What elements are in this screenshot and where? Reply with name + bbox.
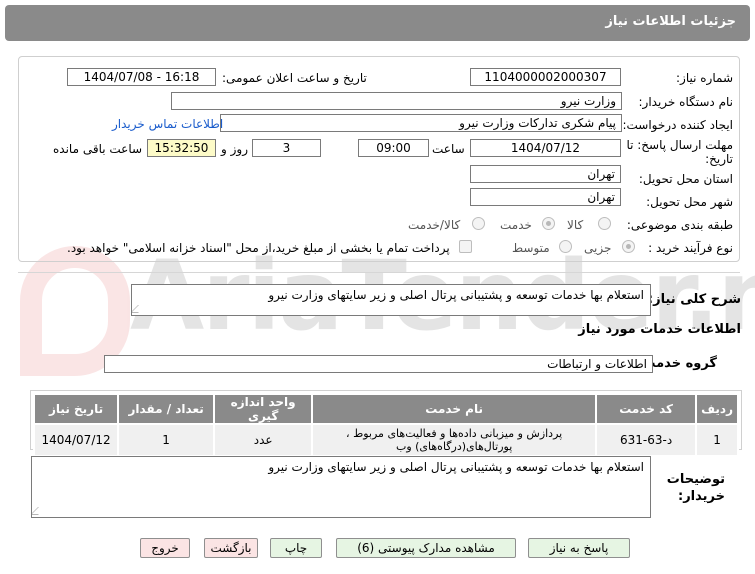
summary-textarea[interactable]: استعلام بها خدمات توسعه و پشتیبانی پرتال… — [131, 284, 651, 316]
deadline-time-label: ساعت — [432, 142, 465, 156]
col-header-date: تاریخ نیاز — [32, 393, 120, 425]
province-label: استان محل تحویل: — [638, 172, 733, 186]
resize-handle-icon[interactable] — [132, 305, 146, 313]
deadline-label: مهلت ارسال پاسخ: تا — [626, 138, 733, 152]
exit-button[interactable]: خروج — [140, 538, 190, 558]
category-radio-service[interactable] — [542, 217, 555, 230]
cell-row: 1 — [695, 423, 739, 457]
table-row: 1 د-63-631 پردازش و میزبانی داده‌ها و فع… — [32, 423, 739, 457]
remaining-time-field: 15:32:50 — [147, 139, 216, 157]
deadline-time-field: 09:00 — [358, 139, 429, 157]
category-option-service: خدمت — [500, 218, 532, 232]
city-label: شهر محل تحویل: — [646, 195, 733, 209]
summary-text: استعلام بها خدمات توسعه و پشتیبانی پرتال… — [268, 288, 644, 302]
col-header-code: کد خدمت — [595, 393, 698, 425]
cell-name: پردازش و میزبانی داده‌ها و فعالیت‌های مر… — [311, 423, 598, 457]
creator-label: ایجاد کننده درخواست: — [622, 118, 733, 132]
deadline-date-field: 1404/07/12 — [470, 139, 621, 157]
service-group-field: اطلاعات و ارتباطات — [104, 355, 653, 373]
deadline-label-date: تاریخ: — [705, 152, 733, 166]
print-button[interactable]: چاپ — [270, 538, 322, 558]
cell-qty: 1 — [117, 423, 216, 457]
attachments-button[interactable]: مشاهده مدارک پیوستی (6) — [336, 538, 516, 558]
cell-date: 1404/07/12 — [32, 423, 120, 457]
province-field: تهران — [470, 165, 621, 183]
col-header-unit: واحد اندازه گیری — [213, 393, 314, 425]
reply-button[interactable]: پاسخ به نیاز — [528, 538, 630, 558]
buyer-org-label: نام دستگاه خریدار: — [638, 95, 734, 109]
buyer-org-field: وزارت نیرو — [171, 92, 622, 110]
purchase-type-label: نوع فرآیند خرید : — [648, 241, 733, 255]
need-number-field: 1104000002000307 — [470, 68, 621, 86]
category-radio-goods-service[interactable] — [472, 217, 485, 230]
category-label: طبقه بندی موضوعی: — [626, 218, 733, 232]
col-header-qty: تعداد / مقدار — [117, 393, 216, 425]
cell-code: د-63-631 — [595, 423, 698, 457]
need-number-label: شماره نیاز: — [676, 71, 733, 85]
services-table: ردیف کد خدمت نام خدمت واحد اندازه گیری ت… — [32, 393, 739, 457]
days-label: روز و — [221, 142, 248, 156]
buyer-contact-link[interactable]: اطلاعات تماس خریدار — [112, 117, 223, 131]
resize-handle-icon[interactable] — [32, 507, 46, 515]
buyer-notes-label-2: خریدار: — [678, 489, 725, 504]
treasury-checkbox[interactable] — [459, 240, 472, 253]
treasury-note: پرداخت تمام یا بخشی از مبلغ خرید،از محل … — [67, 241, 450, 255]
purchase-radio-minor[interactable] — [622, 240, 635, 253]
buyer-notes-textarea[interactable]: استعلام بها خدمات توسعه و پشتیبانی پرتال… — [31, 456, 651, 518]
purchase-radio-medium[interactable] — [559, 240, 572, 253]
purchase-option-medium: متوسط — [512, 241, 550, 255]
buyer-notes-label: توضیحات — [666, 472, 725, 487]
cell-unit: عدد — [213, 423, 314, 457]
city-field: تهران — [470, 188, 621, 206]
purchase-option-minor: جزیی — [584, 241, 612, 255]
page-title: جزئیات اطلاعات نیاز — [5, 5, 750, 41]
category-option-goods-service: کالا/خدمت — [408, 218, 461, 232]
category-radio-goods[interactable] — [598, 217, 611, 230]
divider — [18, 272, 740, 273]
remaining-time-label: ساعت باقی مانده — [53, 142, 143, 156]
back-button[interactable]: بازگشت — [204, 538, 258, 558]
col-header-name: نام خدمت — [311, 393, 598, 425]
announce-label: تاریخ و ساعت اعلان عمومی: — [222, 71, 367, 85]
announce-field: 1404/07/08 - 16:18 — [67, 68, 216, 86]
creator-field: پیام شکری تدارکات وزارت نیرو — [220, 114, 622, 132]
remaining-days-field: 3 — [252, 139, 321, 157]
summary-label: شرح کلی نیاز: — [647, 292, 741, 307]
category-option-goods: کالا — [567, 218, 584, 232]
col-header-row: ردیف — [695, 393, 739, 425]
services-section-title: اطلاعات خدمات مورد نیاز — [578, 322, 741, 337]
buyer-notes-text: استعلام بها خدمات توسعه و پشتیبانی پرتال… — [268, 460, 644, 474]
